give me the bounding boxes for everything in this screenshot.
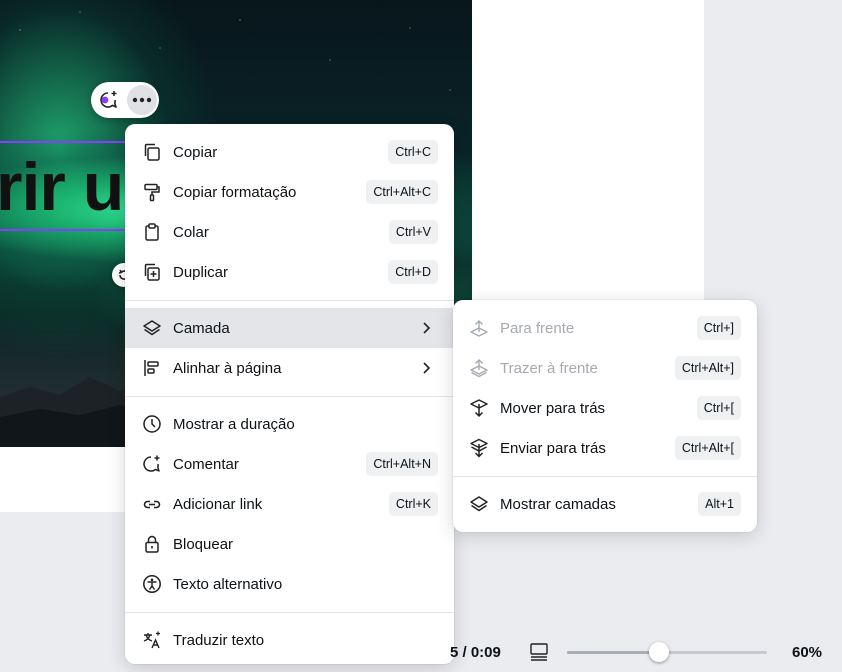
chevron-right-icon [423, 322, 431, 334]
shortcut-badge: Ctrl+Alt+N [366, 452, 438, 476]
shortcut-badge: Ctrl+] [696, 316, 741, 340]
menu-item-copy-formatting[interactable]: Copiar formatação Ctrl+Alt+C [125, 172, 454, 212]
clipboard-icon [145, 223, 159, 241]
shortcut-badge: Ctrl+[ [696, 396, 741, 420]
menu-item-lock[interactable]: Bloquear [125, 524, 454, 564]
menu-item-label: Enviar para trás [500, 439, 606, 457]
menu-item-label: Duplicar [173, 263, 229, 281]
menu-item-translate[interactable]: Traduzir texto [125, 620, 454, 660]
shortcut-badge: Ctrl+Alt+[ [674, 436, 741, 460]
more-options-button[interactable] [127, 85, 157, 115]
playback-time: 5 / 0:09 [450, 644, 501, 661]
ai-comment-icon [100, 91, 117, 108]
menu-item-label: Texto alternativo [173, 575, 283, 593]
zoom-level-label[interactable]: 60% [792, 644, 822, 661]
send-to-back-icon [470, 438, 488, 458]
send-backward-icon [470, 399, 488, 418]
shortcut-badge: Ctrl+D [388, 260, 438, 284]
shortcut-badge: Ctrl+V [388, 220, 438, 244]
menu-item-paste[interactable]: Colar Ctrl+V [125, 212, 454, 252]
comment-icon [143, 455, 160, 472]
menu-item-label: Comentar [173, 455, 239, 473]
more-options-icon [132, 97, 152, 103]
shortcut-badge: Ctrl+Alt+] [674, 356, 741, 380]
chevron-right-icon [423, 362, 431, 374]
menu-item-add-link[interactable]: Adicionar link Ctrl+K [125, 484, 454, 524]
menu-divider [125, 612, 454, 613]
layers-icon [143, 320, 161, 336]
menu-item-comment[interactable]: Comentar Ctrl+Alt+N [125, 444, 454, 484]
ai-comment-button[interactable] [95, 86, 123, 114]
link-icon [143, 500, 161, 509]
menu-divider [125, 300, 454, 301]
shortcut-badge: Ctrl+K [388, 492, 438, 516]
bring-forward-icon [470, 320, 488, 337]
headline-text[interactable]: rir u [0, 148, 124, 226]
context-menu: Copiar Ctrl+C Copiar formatação Ctrl+Alt… [125, 124, 454, 664]
selection-bottom-border [0, 229, 125, 231]
submenu-item-bring-to-front[interactable]: Trazer à frente Ctrl+Alt+] [453, 348, 757, 388]
menu-divider [453, 476, 757, 477]
shortcut-badge: Ctrl+Alt+C [366, 180, 438, 204]
menu-divider [125, 396, 454, 397]
pages-grid-icon[interactable] [529, 642, 549, 662]
submenu-item-show-layers[interactable]: Mostrar camadas Alt+1 [453, 484, 757, 524]
menu-item-label: Camada [173, 319, 230, 337]
menu-item-alt-text[interactable]: Texto alternativo [125, 564, 454, 604]
menu-item-label: Bloquear [173, 535, 234, 553]
menu-item-label: Mover para trás [500, 399, 606, 417]
menu-item-label: Alinhar à página [173, 359, 282, 377]
lock-icon [145, 535, 159, 553]
selection-top-border [0, 141, 125, 143]
menu-item-label: Para frente [500, 319, 575, 337]
menu-item-align-page[interactable]: Alinhar à página [125, 348, 454, 388]
clock-icon [143, 415, 161, 433]
menu-item-label: Adicionar link [173, 495, 263, 513]
zoom-slider-fill [567, 651, 659, 654]
menu-item-copy[interactable]: Copiar Ctrl+C [125, 132, 454, 172]
menu-item-label: Copiar formatação [173, 183, 297, 201]
menu-item-show-duration[interactable]: Mostrar a duração [125, 404, 454, 444]
menu-item-label: Traduzir texto [173, 631, 265, 649]
accessibility-icon [143, 575, 161, 593]
menu-item-layer[interactable]: Camada [125, 308, 454, 348]
layer-submenu: Para frente Ctrl+] Trazer à frente Ctrl+… [453, 300, 757, 532]
bottom-status-bar: 5 / 0:09 60% [440, 632, 842, 672]
duplicate-icon [144, 263, 160, 281]
menu-item-label: Mostrar camadas [500, 495, 616, 513]
submenu-item-send-to-back[interactable]: Enviar para trás Ctrl+Alt+[ [453, 428, 757, 468]
menu-item-duplicate[interactable]: Duplicar Ctrl+D [125, 252, 454, 292]
bring-to-front-icon [470, 359, 488, 378]
align-icon [144, 360, 159, 376]
paint-roller-icon [144, 183, 160, 202]
menu-item-label: Copiar [173, 143, 218, 161]
submenu-item-bring-forward[interactable]: Para frente Ctrl+] [453, 308, 757, 348]
submenu-item-send-backward[interactable]: Mover para trás Ctrl+[ [453, 388, 757, 428]
menu-item-label: Colar [173, 223, 209, 241]
copy-icon [144, 143, 160, 161]
shortcut-badge: Ctrl+C [388, 140, 438, 164]
menu-item-label: Trazer à frente [500, 359, 598, 377]
menu-item-label: Mostrar a duração [173, 415, 295, 433]
translate-icon [143, 631, 160, 649]
shortcut-badge: Alt+1 [698, 492, 741, 516]
element-floating-toolbar [91, 82, 159, 118]
zoom-slider-thumb[interactable] [649, 642, 669, 662]
layers-icon [470, 496, 488, 512]
